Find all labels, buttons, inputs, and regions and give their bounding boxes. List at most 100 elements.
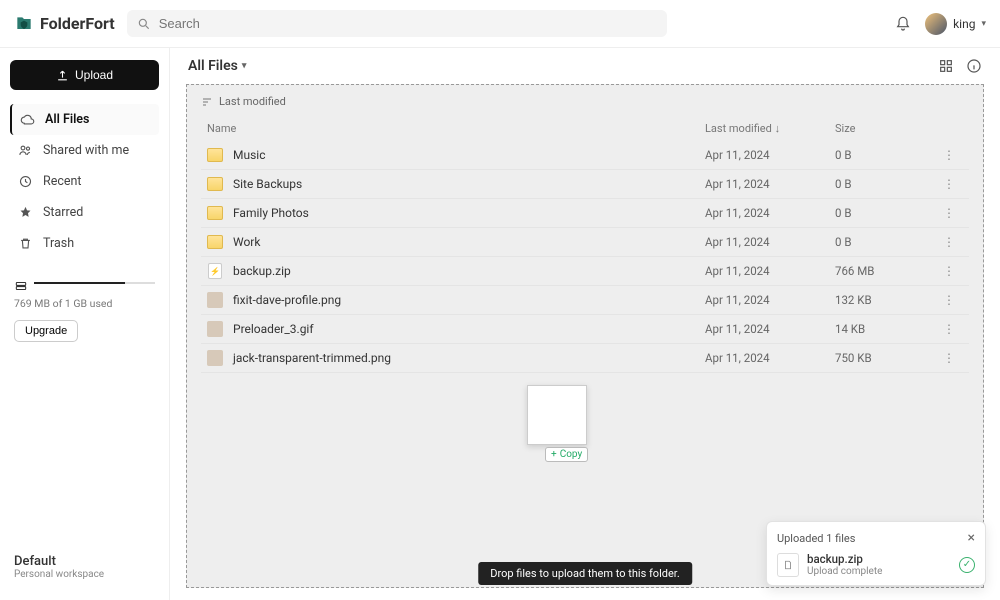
storage-text: 769 MB of 1 GB used (14, 297, 155, 310)
bell-icon[interactable] (895, 16, 911, 32)
copy-badge: +Copy (545, 447, 588, 462)
file-name: backup.zip (233, 264, 291, 278)
header-actions: king ▾ (895, 13, 986, 35)
more-menu-icon[interactable]: ⋮ (935, 351, 963, 365)
search-box[interactable] (127, 10, 667, 37)
file-name-cell: fixit-dave-profile.png (207, 292, 705, 308)
more-menu-icon[interactable]: ⋮ (935, 322, 963, 336)
sort-label: Last modified (219, 95, 286, 108)
file-size: 0 B (835, 148, 935, 162)
toast-item: backup.zip Upload complete ✓ (777, 552, 975, 577)
more-menu-icon[interactable]: ⋮ (935, 177, 963, 191)
nav-recent[interactable]: Recent (10, 166, 159, 197)
folder-shield-icon (14, 14, 34, 34)
nav-trash[interactable]: Trash (10, 228, 159, 259)
table-row[interactable]: ⚡backup.zipApr 11, 2024766 MB⋮ (201, 257, 969, 286)
main-area: All Files ▾ Last modified Name Last modi… (170, 48, 1000, 600)
file-size: 0 B (835, 206, 935, 220)
file-name: Family Photos (233, 206, 309, 220)
table-row[interactable]: WorkApr 11, 20240 B⋮ (201, 228, 969, 257)
file-name: Music (233, 148, 265, 162)
table-row[interactable]: Music Apr 11, 20240 B⋮ (201, 141, 969, 170)
more-menu-icon[interactable]: ⋮ (935, 293, 963, 307)
table-row[interactable]: Preloader_3.gif Apr 11, 202414 KB⋮ (201, 315, 969, 344)
close-icon[interactable]: × (968, 530, 975, 546)
table-row[interactable]: fixit-dave-profile.png Apr 11, 2024132 KB… (201, 286, 969, 315)
breadcrumb[interactable]: All Files ▾ (188, 58, 246, 74)
col-modified[interactable]: Last modified ↓ (705, 122, 835, 135)
nav-label: Recent (43, 174, 82, 189)
file-size: 766 MB (835, 264, 935, 278)
info-icon[interactable] (966, 58, 982, 74)
workspace-selector[interactable]: Default Personal workspace (10, 546, 159, 588)
arrow-down-icon: ↓ (775, 122, 781, 135)
brand-name: FolderFort (40, 14, 115, 33)
upload-toast: Uploaded 1 files × backup.zip Upload com… (766, 521, 986, 586)
file-name: fixit-dave-profile.png (233, 293, 341, 307)
header: FolderFort king ▾ (0, 0, 1000, 48)
file-date: Apr 11, 2024 (705, 293, 835, 307)
chevron-down-icon: ▾ (242, 61, 247, 71)
search-input[interactable] (159, 16, 657, 31)
nav-starred[interactable]: Starred (10, 197, 159, 228)
check-icon: ✓ (959, 557, 975, 573)
upgrade-button[interactable]: Upgrade (14, 320, 78, 342)
sort-control[interactable]: Last modified (201, 95, 969, 108)
more-menu-icon[interactable]: ⋮ (935, 206, 963, 220)
user-menu[interactable]: king ▾ (925, 13, 986, 35)
more-menu-icon[interactable]: ⋮ (935, 148, 963, 162)
nav-shared[interactable]: Shared with me (10, 135, 159, 166)
file-name-cell: Preloader_3.gif (207, 321, 705, 337)
table-row[interactable]: jack-transparent-trimmed.png Apr 11, 2024… (201, 344, 969, 373)
cloud-icon (20, 112, 35, 127)
file-name-cell: Work (207, 234, 705, 250)
table-row[interactable]: Site BackupsApr 11, 20240 B⋮ (201, 170, 969, 199)
folder-icon (207, 177, 223, 191)
upload-label: Upload (75, 68, 113, 82)
file-size: 14 KB (835, 322, 935, 336)
storage-bar (34, 282, 155, 284)
workspace-sub: Personal workspace (14, 569, 155, 580)
folder-icon (207, 235, 223, 249)
file-date: Apr 11, 2024 (705, 351, 835, 365)
upload-button[interactable]: Upload (10, 60, 159, 90)
toast-filename: backup.zip (807, 552, 882, 566)
grid-view-icon[interactable] (938, 58, 954, 74)
sort-icon (201, 96, 213, 108)
search-icon (137, 17, 151, 31)
toolbar-actions (938, 58, 982, 74)
nav-label: Trash (43, 236, 74, 251)
image-thumb-icon (207, 321, 223, 337)
avatar (925, 13, 947, 35)
file-name: jack-transparent-trimmed.png (233, 351, 391, 365)
col-name: Name (207, 122, 705, 135)
more-menu-icon[interactable]: ⋮ (935, 264, 963, 278)
storage-icon (14, 279, 28, 293)
nav-label: Shared with me (43, 143, 129, 158)
nav-all-files[interactable]: All Files (10, 104, 159, 135)
file-size: 0 B (835, 235, 935, 249)
file-name: Preloader_3.gif (233, 322, 314, 336)
file-date: Apr 11, 2024 (705, 206, 835, 220)
file-dropzone[interactable]: Last modified Name Last modified ↓ Size … (186, 84, 984, 588)
people-icon (18, 143, 33, 158)
image-thumb-icon (207, 292, 223, 308)
more-menu-icon[interactable]: ⋮ (935, 235, 963, 249)
file-name-cell: Family Photos (207, 205, 705, 221)
breadcrumb-label: All Files (188, 58, 238, 74)
nav-label: All Files (45, 112, 89, 127)
col-size: Size (835, 122, 935, 135)
file-date: Apr 11, 2024 (705, 322, 835, 336)
trash-icon (18, 236, 33, 251)
folder-icon (207, 148, 223, 162)
workspace-name: Default (14, 554, 155, 569)
user-name: king (953, 17, 975, 31)
storage-meter: 769 MB of 1 GB used Upgrade (10, 279, 159, 342)
file-date: Apr 11, 2024 (705, 148, 835, 162)
file-name-cell: jack-transparent-trimmed.png (207, 350, 705, 366)
table-row[interactable]: Family Photos Apr 11, 20240 B⋮ (201, 199, 969, 228)
file-icon (777, 553, 799, 577)
file-size: 132 KB (835, 293, 935, 307)
file-date: Apr 11, 2024 (705, 264, 835, 278)
chevron-down-icon: ▾ (981, 19, 986, 29)
